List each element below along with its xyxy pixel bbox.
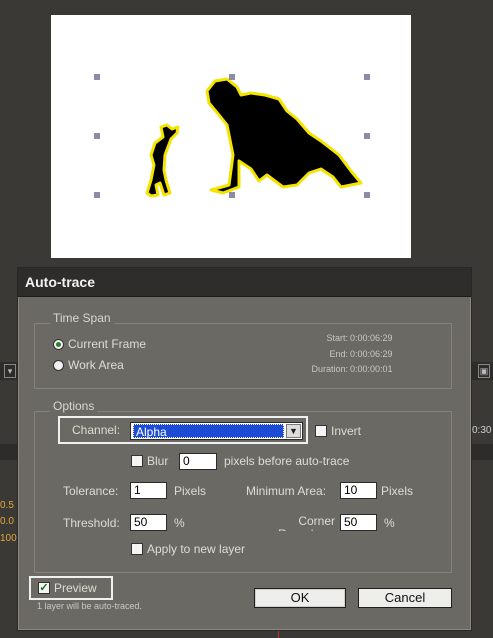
blur-label[interactable]: Blur bbox=[147, 454, 168, 468]
work-area-label[interactable]: Work Area bbox=[68, 358, 124, 372]
preview-checkbox[interactable]: ✓ bbox=[38, 582, 50, 594]
threshold-input[interactable]: 50 bbox=[130, 514, 167, 531]
timeline-value: 100 bbox=[0, 533, 17, 544]
channel-selected-value: Alpha bbox=[133, 424, 284, 439]
auto-trace-dialog: Auto-trace Time Span Current Frame Work … bbox=[17, 267, 472, 631]
transform-handle[interactable] bbox=[94, 74, 100, 80]
channel-label: Channel: bbox=[72, 423, 121, 437]
transform-handle[interactable] bbox=[94, 192, 100, 198]
start-value: 0:00:06:29 bbox=[350, 333, 393, 343]
options-title: Options bbox=[50, 399, 98, 413]
duration-value: 0:00:00:01 bbox=[350, 364, 393, 374]
corner-roundness-unit: % bbox=[384, 516, 395, 530]
threshold-label: Threshold: bbox=[63, 516, 120, 530]
transform-handle[interactable] bbox=[229, 74, 235, 80]
apply-new-layer-label[interactable]: Apply to new layer bbox=[147, 542, 245, 556]
min-area-unit: Pixels bbox=[381, 484, 414, 498]
invert-label[interactable]: Invert bbox=[331, 424, 361, 438]
channel-select[interactable]: Alpha ▼ bbox=[130, 422, 303, 440]
snapshot-icon[interactable]: ▣ bbox=[478, 364, 490, 378]
dog-silhouette bbox=[145, 123, 180, 198]
invert-checkbox[interactable] bbox=[315, 425, 327, 437]
start-label: Start: bbox=[326, 333, 348, 343]
blur-suffix: pixels before auto-trace bbox=[224, 454, 350, 468]
transform-handle[interactable] bbox=[364, 192, 370, 198]
work-area-radio[interactable] bbox=[53, 360, 64, 371]
transform-handle[interactable] bbox=[364, 133, 370, 139]
end-value: 0:00:06:29 bbox=[350, 349, 393, 359]
chevron-down-icon[interactable]: ▼ bbox=[286, 424, 301, 438]
blur-checkbox[interactable] bbox=[131, 455, 143, 467]
current-frame-radio[interactable] bbox=[53, 339, 64, 350]
transform-handle[interactable] bbox=[229, 192, 235, 198]
duration-label: Duration: bbox=[311, 364, 348, 374]
preview-label[interactable]: Preview bbox=[54, 581, 97, 595]
traced-silhouettes bbox=[145, 77, 363, 198]
min-area-label: Minimum Area: bbox=[246, 484, 327, 498]
min-area-input[interactable]: 10 bbox=[340, 482, 377, 499]
tolerance-unit: Pixels bbox=[174, 484, 207, 498]
corner-roundness-text: Corner Roundness: bbox=[278, 515, 335, 531]
corner-roundness-input[interactable]: 50 bbox=[340, 514, 377, 531]
cancel-button[interactable]: Cancel bbox=[358, 588, 452, 608]
menu-arrow-icon[interactable]: ▾ bbox=[4, 364, 16, 378]
threshold-unit: % bbox=[174, 516, 185, 530]
time-span-title: Time Span bbox=[50, 311, 114, 325]
timeline-value: 0.0 bbox=[0, 516, 14, 527]
dialog-title: Auto-trace bbox=[18, 268, 471, 297]
tolerance-input[interactable]: 1 bbox=[130, 482, 167, 499]
end-label: End: bbox=[329, 349, 348, 359]
timeline-value: 0.5 bbox=[0, 500, 14, 511]
tolerance-label: Tolerance: bbox=[63, 484, 119, 498]
person-silhouette bbox=[205, 77, 363, 195]
transform-handle[interactable] bbox=[364, 74, 370, 80]
blur-input[interactable]: 0 bbox=[179, 453, 217, 470]
status-text: 1 layer will be auto-traced. bbox=[37, 601, 143, 611]
transform-handle[interactable] bbox=[94, 133, 100, 139]
ok-button[interactable]: OK bbox=[254, 588, 346, 608]
corner-roundness-label: Corner Roundness: bbox=[278, 515, 335, 531]
apply-new-layer-checkbox[interactable] bbox=[131, 543, 143, 555]
composition-viewer[interactable] bbox=[51, 15, 411, 258]
timeline-marker: 0:30 bbox=[472, 425, 492, 436]
current-frame-label[interactable]: Current Frame bbox=[68, 337, 146, 351]
